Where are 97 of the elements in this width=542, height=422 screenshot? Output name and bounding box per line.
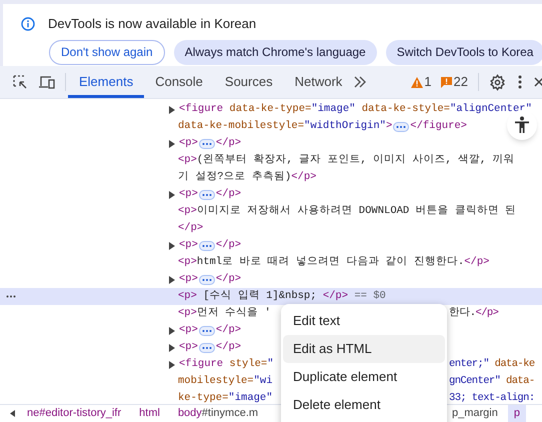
html-tag: <p> xyxy=(179,272,198,288)
ellipsis-icon[interactable] xyxy=(393,122,410,132)
accessibility-icon xyxy=(514,116,530,134)
attribute-name: data-ke xyxy=(494,356,535,372)
device-icon[interactable] xyxy=(38,74,55,90)
ellipsis-icon[interactable] xyxy=(198,138,215,148)
infobar-button[interactable]: Always match Chrome's language xyxy=(174,40,377,64)
html-tag: <p> xyxy=(179,322,198,338)
ellipsis-icon[interactable] xyxy=(198,342,215,352)
html-tag: <figure xyxy=(179,102,224,118)
infobar-message: DevTools is now available in Korean xyxy=(48,15,256,33)
node-text: (왼쪽부터 확장자, 글자 포인트, 이미지 사이즈, 색깔, 끼워 xyxy=(196,152,515,168)
attribute-name: data-ke-style= xyxy=(360,102,450,117)
breadcrumb[interactable]: body#tinymce.m xyxy=(176,405,260,422)
ellipsis-icon[interactable] xyxy=(198,240,215,250)
attribute-value: gnCenter" xyxy=(449,374,500,389)
attribute-value: "wi xyxy=(254,374,273,389)
attribute-name: data- xyxy=(505,374,535,389)
html-tag: <p> xyxy=(178,254,197,270)
message-icon xyxy=(440,76,452,88)
ellipsis-icon[interactable] xyxy=(198,326,215,336)
ellipsis-icon[interactable] xyxy=(198,274,215,284)
html-tag: <p> xyxy=(179,186,198,202)
html-tag: </p> xyxy=(464,254,490,270)
expand-arrow-icon[interactable] xyxy=(169,344,175,352)
attribute-name: ke-type= xyxy=(178,390,228,404)
html-tag: <p> xyxy=(179,340,198,356)
more-tabs-icon[interactable] xyxy=(353,76,368,88)
settings-icon[interactable] xyxy=(489,74,506,90)
close-icon[interactable] xyxy=(534,76,542,88)
attribute-name: data-ke-type= xyxy=(228,102,312,117)
html-tag: <p> xyxy=(178,204,197,220)
ellipsis-icon[interactable] xyxy=(198,190,215,200)
dots-icon[interactable] xyxy=(6,295,16,298)
menu-item[interactable]: Edit as HTML xyxy=(283,335,445,363)
expand-arrow-icon[interactable] xyxy=(169,140,175,148)
menu-item[interactable]: Duplicate element xyxy=(283,363,445,391)
html-tag: </p> xyxy=(322,288,348,304)
infobar-button[interactable]: Don't show again xyxy=(49,40,165,64)
html-tag: </p> xyxy=(291,170,316,186)
html-tag: </p> xyxy=(216,322,242,338)
attribute-value: "image" xyxy=(228,390,273,404)
html-tag: <p> xyxy=(179,238,198,254)
warning-count[interactable]: 1 xyxy=(424,72,432,92)
attribute-value: 33; text-align: xyxy=(449,390,535,404)
html-tag: <p> xyxy=(178,306,197,322)
breadcrumb[interactable]: html xyxy=(137,405,162,422)
panel-tab[interactable]: Network xyxy=(284,66,354,98)
node-text: 먼저 수식을 ' xyxy=(196,306,271,321)
node-text: [수식 입력 1]&nbsp; xyxy=(202,288,318,304)
message-count[interactable]: 22 xyxy=(454,72,468,92)
menu-item[interactable]: Edit text xyxy=(283,307,445,335)
expand-arrow-icon[interactable] xyxy=(169,190,175,198)
expand-arrow-icon[interactable] xyxy=(169,242,175,250)
breadcrumb[interactable]: p_margin xyxy=(446,405,504,422)
infobar-button[interactable]: Switch DevTools to Korea xyxy=(386,40,542,64)
html-tag: > xyxy=(386,118,392,134)
attribute-value: enter;" xyxy=(449,356,489,372)
warning-icon xyxy=(411,76,424,88)
attribute-value: "alignCenter" xyxy=(450,102,532,117)
html-tag: </p> xyxy=(178,220,204,236)
html-tag: </p> xyxy=(216,186,242,202)
html-tag: </p> xyxy=(216,272,242,288)
expand-arrow-icon[interactable] xyxy=(169,106,175,114)
info-icon xyxy=(21,16,35,31)
menu-icon[interactable] xyxy=(518,75,522,89)
node-text: html로 바로 때려 넣으려면 다음과 같이 진행한다. xyxy=(196,254,464,270)
breadcrumb[interactable]: ne#editor-tistory_ifr xyxy=(25,405,124,422)
menu-item[interactable]: Delete element xyxy=(283,391,445,419)
node-text: 한다. xyxy=(449,306,476,321)
attribute-name: style= xyxy=(228,356,268,372)
expand-arrow-icon[interactable] xyxy=(169,360,175,368)
html-tag: </p> xyxy=(216,238,242,254)
html-tag: <p> xyxy=(178,152,197,168)
panel-tab[interactable]: Elements xyxy=(68,66,144,98)
attribute-value: "widthOrigin" xyxy=(304,118,386,134)
html-tag: </p> xyxy=(476,306,498,322)
html-tag: <p> xyxy=(179,136,198,152)
inspect-icon[interactable] xyxy=(12,74,28,90)
attribute-name: mobilestyle= xyxy=(178,374,254,389)
html-tag: </p> xyxy=(216,136,242,152)
panel-tab[interactable]: Sources xyxy=(214,66,284,98)
node-text: 이미지로 저장해서 사용하려면 DOWNLOAD 버튼을 클릭하면 된 xyxy=(196,204,516,219)
html-tag: <p> xyxy=(178,288,197,304)
breadcrumb[interactable]: p xyxy=(508,405,526,422)
attribute-name: data-ke-mobilestyle= xyxy=(178,118,304,134)
scroll-left-icon[interactable] xyxy=(10,410,15,417)
html-tag: </p> xyxy=(216,340,242,356)
panel-tab[interactable]: Console xyxy=(144,66,214,98)
attribute-value: " xyxy=(267,356,274,372)
html-tag: </figure> xyxy=(410,118,467,134)
expand-arrow-icon[interactable] xyxy=(169,326,175,334)
selected-marker: == $0 xyxy=(353,288,386,304)
node-text: 기 설정?으로 추측됨) xyxy=(178,170,292,185)
attribute-value: "image" xyxy=(311,102,356,117)
html-tag: <figure xyxy=(179,356,224,372)
expand-arrow-icon[interactable] xyxy=(169,276,175,284)
